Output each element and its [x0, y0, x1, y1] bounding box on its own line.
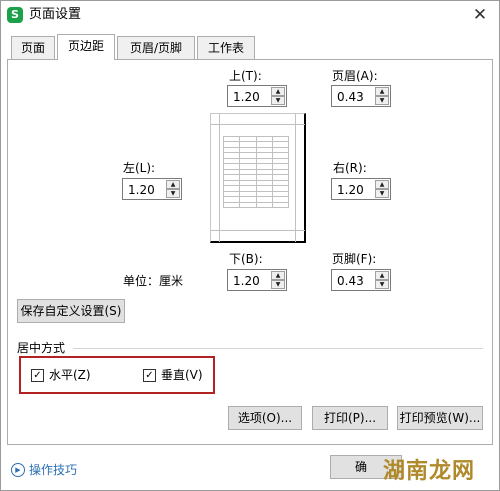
tab-page[interactable]: 页面 — [11, 36, 55, 60]
group-divider — [73, 348, 483, 349]
footer-margin-spinner[interactable]: ▲▼ — [331, 269, 391, 291]
wps-app-icon: S — [7, 7, 23, 23]
vertical-center-label: 垂直(V) — [161, 368, 203, 382]
left-margin-down-icon[interactable]: ▼ — [166, 189, 180, 198]
footer-margin-label: 页脚(F): — [332, 252, 377, 266]
header-margin-down-icon[interactable]: ▼ — [375, 96, 389, 105]
footer-margin-input[interactable] — [332, 270, 374, 290]
left-margin-input[interactable] — [123, 179, 165, 199]
bottom-margin-down-icon[interactable]: ▼ — [271, 280, 285, 289]
top-margin-spinner[interactable]: ▲▼ — [227, 85, 287, 107]
watermark: 湖南龙网 — [382, 459, 475, 484]
bottom-margin-label: 下(B): — [229, 252, 263, 266]
print-preview-button[interactable]: 打印预览(W)... — [397, 406, 483, 430]
horizontal-center-label: 水平(Z) — [49, 368, 91, 382]
top-margin-label: 上(T): — [229, 69, 262, 83]
dialog-title: 页面设置 — [29, 7, 82, 22]
right-margin-label: 右(R): — [333, 161, 367, 175]
bottom-margin-input[interactable] — [228, 270, 270, 290]
center-group-title: 居中方式 — [17, 341, 66, 355]
right-margin-down-icon[interactable]: ▼ — [375, 189, 389, 198]
left-margin-spinner[interactable]: ▲▼ — [122, 178, 182, 200]
close-icon[interactable]: ✕ — [467, 3, 493, 27]
bottom-margin-spinner[interactable]: ▲▼ — [227, 269, 287, 291]
header-margin-input[interactable] — [332, 86, 374, 106]
page-setup-dialog: S 页面设置 ✕ 页面 页边距 页眉/页脚 工作表 上(T): ▲▼ 页眉(A)… — [0, 0, 500, 491]
unit-label: 单位：厘米 — [123, 274, 184, 288]
bottom-margin-up-icon[interactable]: ▲ — [271, 271, 285, 280]
print-button[interactable]: 打印(P)... — [312, 406, 388, 430]
left-margin-label: 左(L): — [123, 161, 156, 175]
header-margin-spinner[interactable]: ▲▼ — [331, 85, 391, 107]
right-margin-input[interactable] — [332, 179, 374, 199]
play-circle-icon[interactable]: ▶ — [11, 463, 25, 477]
top-margin-down-icon[interactable]: ▼ — [271, 96, 285, 105]
horizontal-check-icon[interactable]: ✓ — [31, 369, 44, 382]
top-margin-up-icon[interactable]: ▲ — [271, 87, 285, 96]
top-margin-input[interactable] — [228, 86, 270, 106]
tab-sheet[interactable]: 工作表 — [197, 36, 255, 60]
footer-margin-up-icon[interactable]: ▲ — [375, 271, 389, 280]
footer-margin-down-icon[interactable]: ▼ — [375, 280, 389, 289]
options-button[interactable]: 选项(O)... — [228, 406, 302, 430]
operation-tips-label[interactable]: 操作技巧 — [29, 463, 77, 477]
header-margin-label: 页眉(A): — [332, 69, 378, 83]
title-bar: S 页面设置 ✕ — [1, 1, 499, 31]
left-margin-up-icon[interactable]: ▲ — [166, 180, 180, 189]
tab-header-footer[interactable]: 页眉/页脚 — [117, 36, 195, 60]
tab-margins[interactable]: 页边距 — [57, 34, 115, 60]
header-margin-up-icon[interactable]: ▲ — [375, 87, 389, 96]
save-custom-settings-button[interactable]: 保存自定义设置(S) — [17, 299, 125, 323]
page-preview — [210, 113, 306, 243]
preview-grid — [223, 136, 289, 208]
right-margin-up-icon[interactable]: ▲ — [375, 180, 389, 189]
vertical-check-icon[interactable]: ✓ — [143, 369, 156, 382]
right-margin-spinner[interactable]: ▲▼ — [331, 178, 391, 200]
